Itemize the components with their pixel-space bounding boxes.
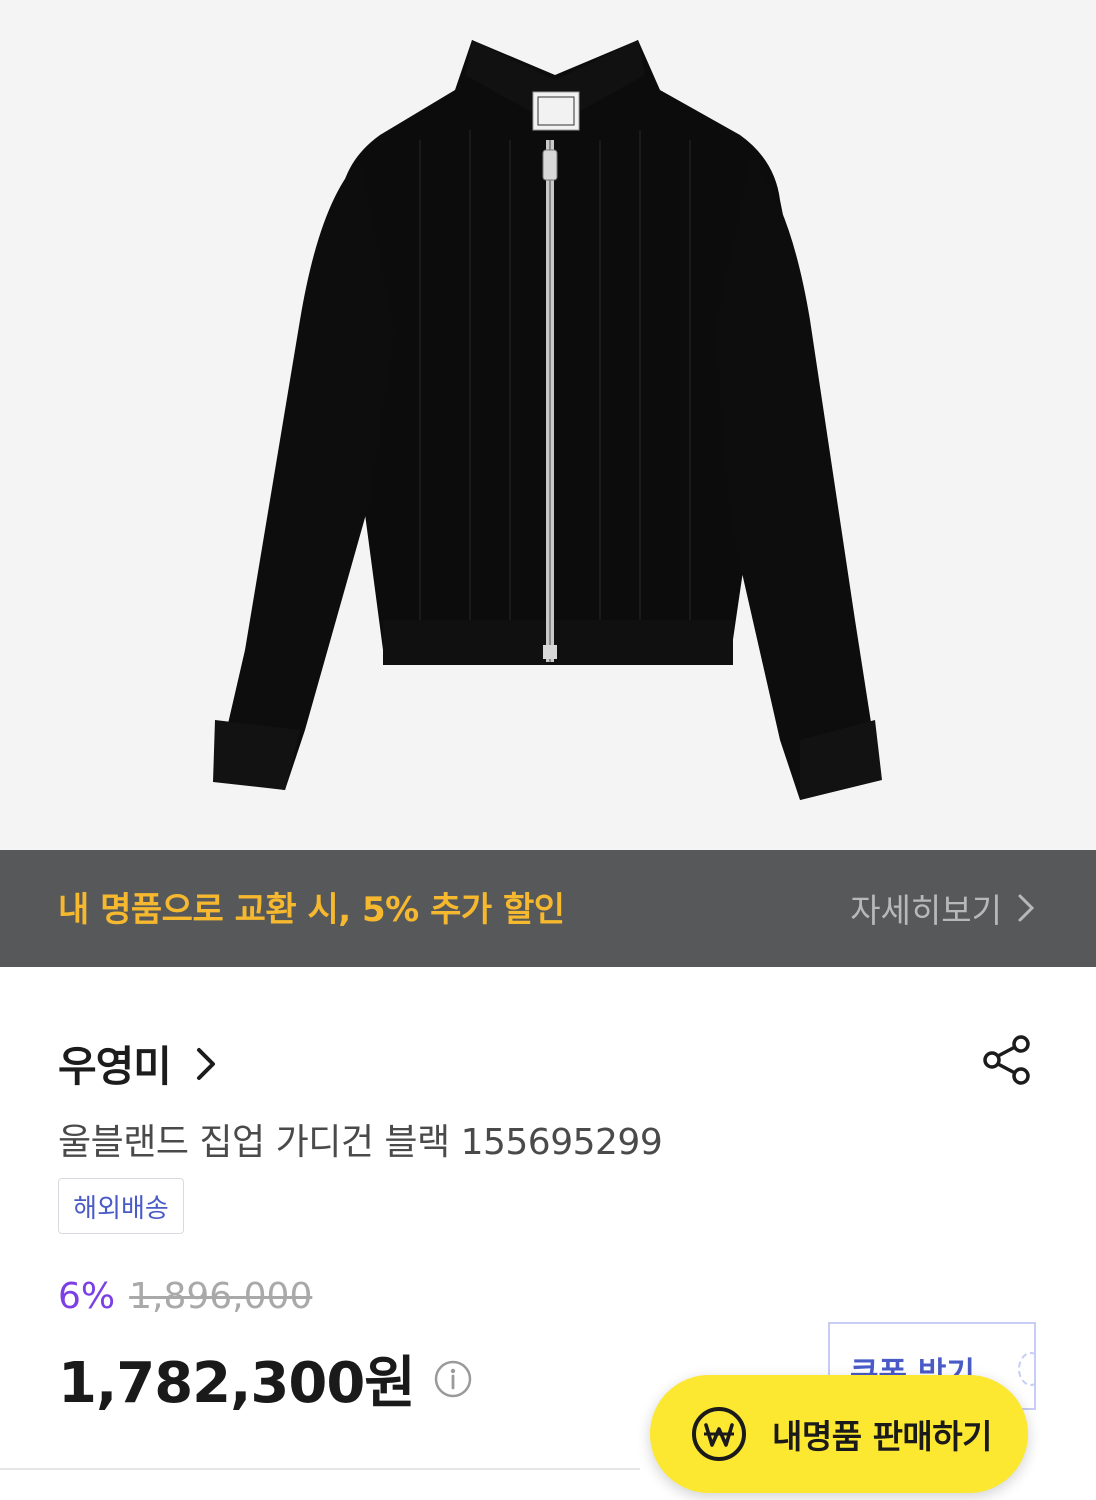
original-price: 1,896,000 bbox=[129, 1276, 313, 1317]
discount-row: 6% 1,896,000 bbox=[58, 1276, 312, 1317]
brand-name: 우영미 bbox=[58, 1042, 172, 1091]
final-price: 1,782,300원 bbox=[58, 1351, 416, 1416]
ticket-notch-icon bbox=[1018, 1352, 1034, 1386]
share-icon[interactable] bbox=[982, 1034, 1032, 1086]
cardigan-illustration bbox=[213, 40, 882, 800]
product-image[interactable] bbox=[0, 0, 1096, 850]
brand-link[interactable]: 우영미 bbox=[58, 1033, 217, 1094]
price-row: 1,782,300원 bbox=[58, 1338, 473, 1419]
shipping-badge: 해외배송 bbox=[58, 1178, 184, 1234]
promo-text: 내 명품으로 교환 시, 5% 추가 할인 bbox=[58, 890, 565, 930]
promo-detail-link[interactable]: 자세히보기 bbox=[850, 884, 1036, 932]
sell-button-label: 내명품 판매하기 bbox=[772, 1417, 993, 1456]
info-icon[interactable] bbox=[433, 1359, 473, 1399]
discount-rate: 6% bbox=[58, 1276, 116, 1317]
chevron-right-icon bbox=[196, 1047, 215, 1080]
section-divider bbox=[0, 1468, 640, 1470]
sell-my-luxury-button[interactable]: 내명품 판매하기 bbox=[650, 1375, 1028, 1493]
product-name: 울블랜드 집업 가디건 블랙 155695299 bbox=[58, 1122, 663, 1163]
won-coin-icon bbox=[692, 1407, 746, 1461]
chevron-right-icon bbox=[1018, 894, 1035, 922]
promo-detail-label: 자세히보기 bbox=[850, 891, 1002, 930]
